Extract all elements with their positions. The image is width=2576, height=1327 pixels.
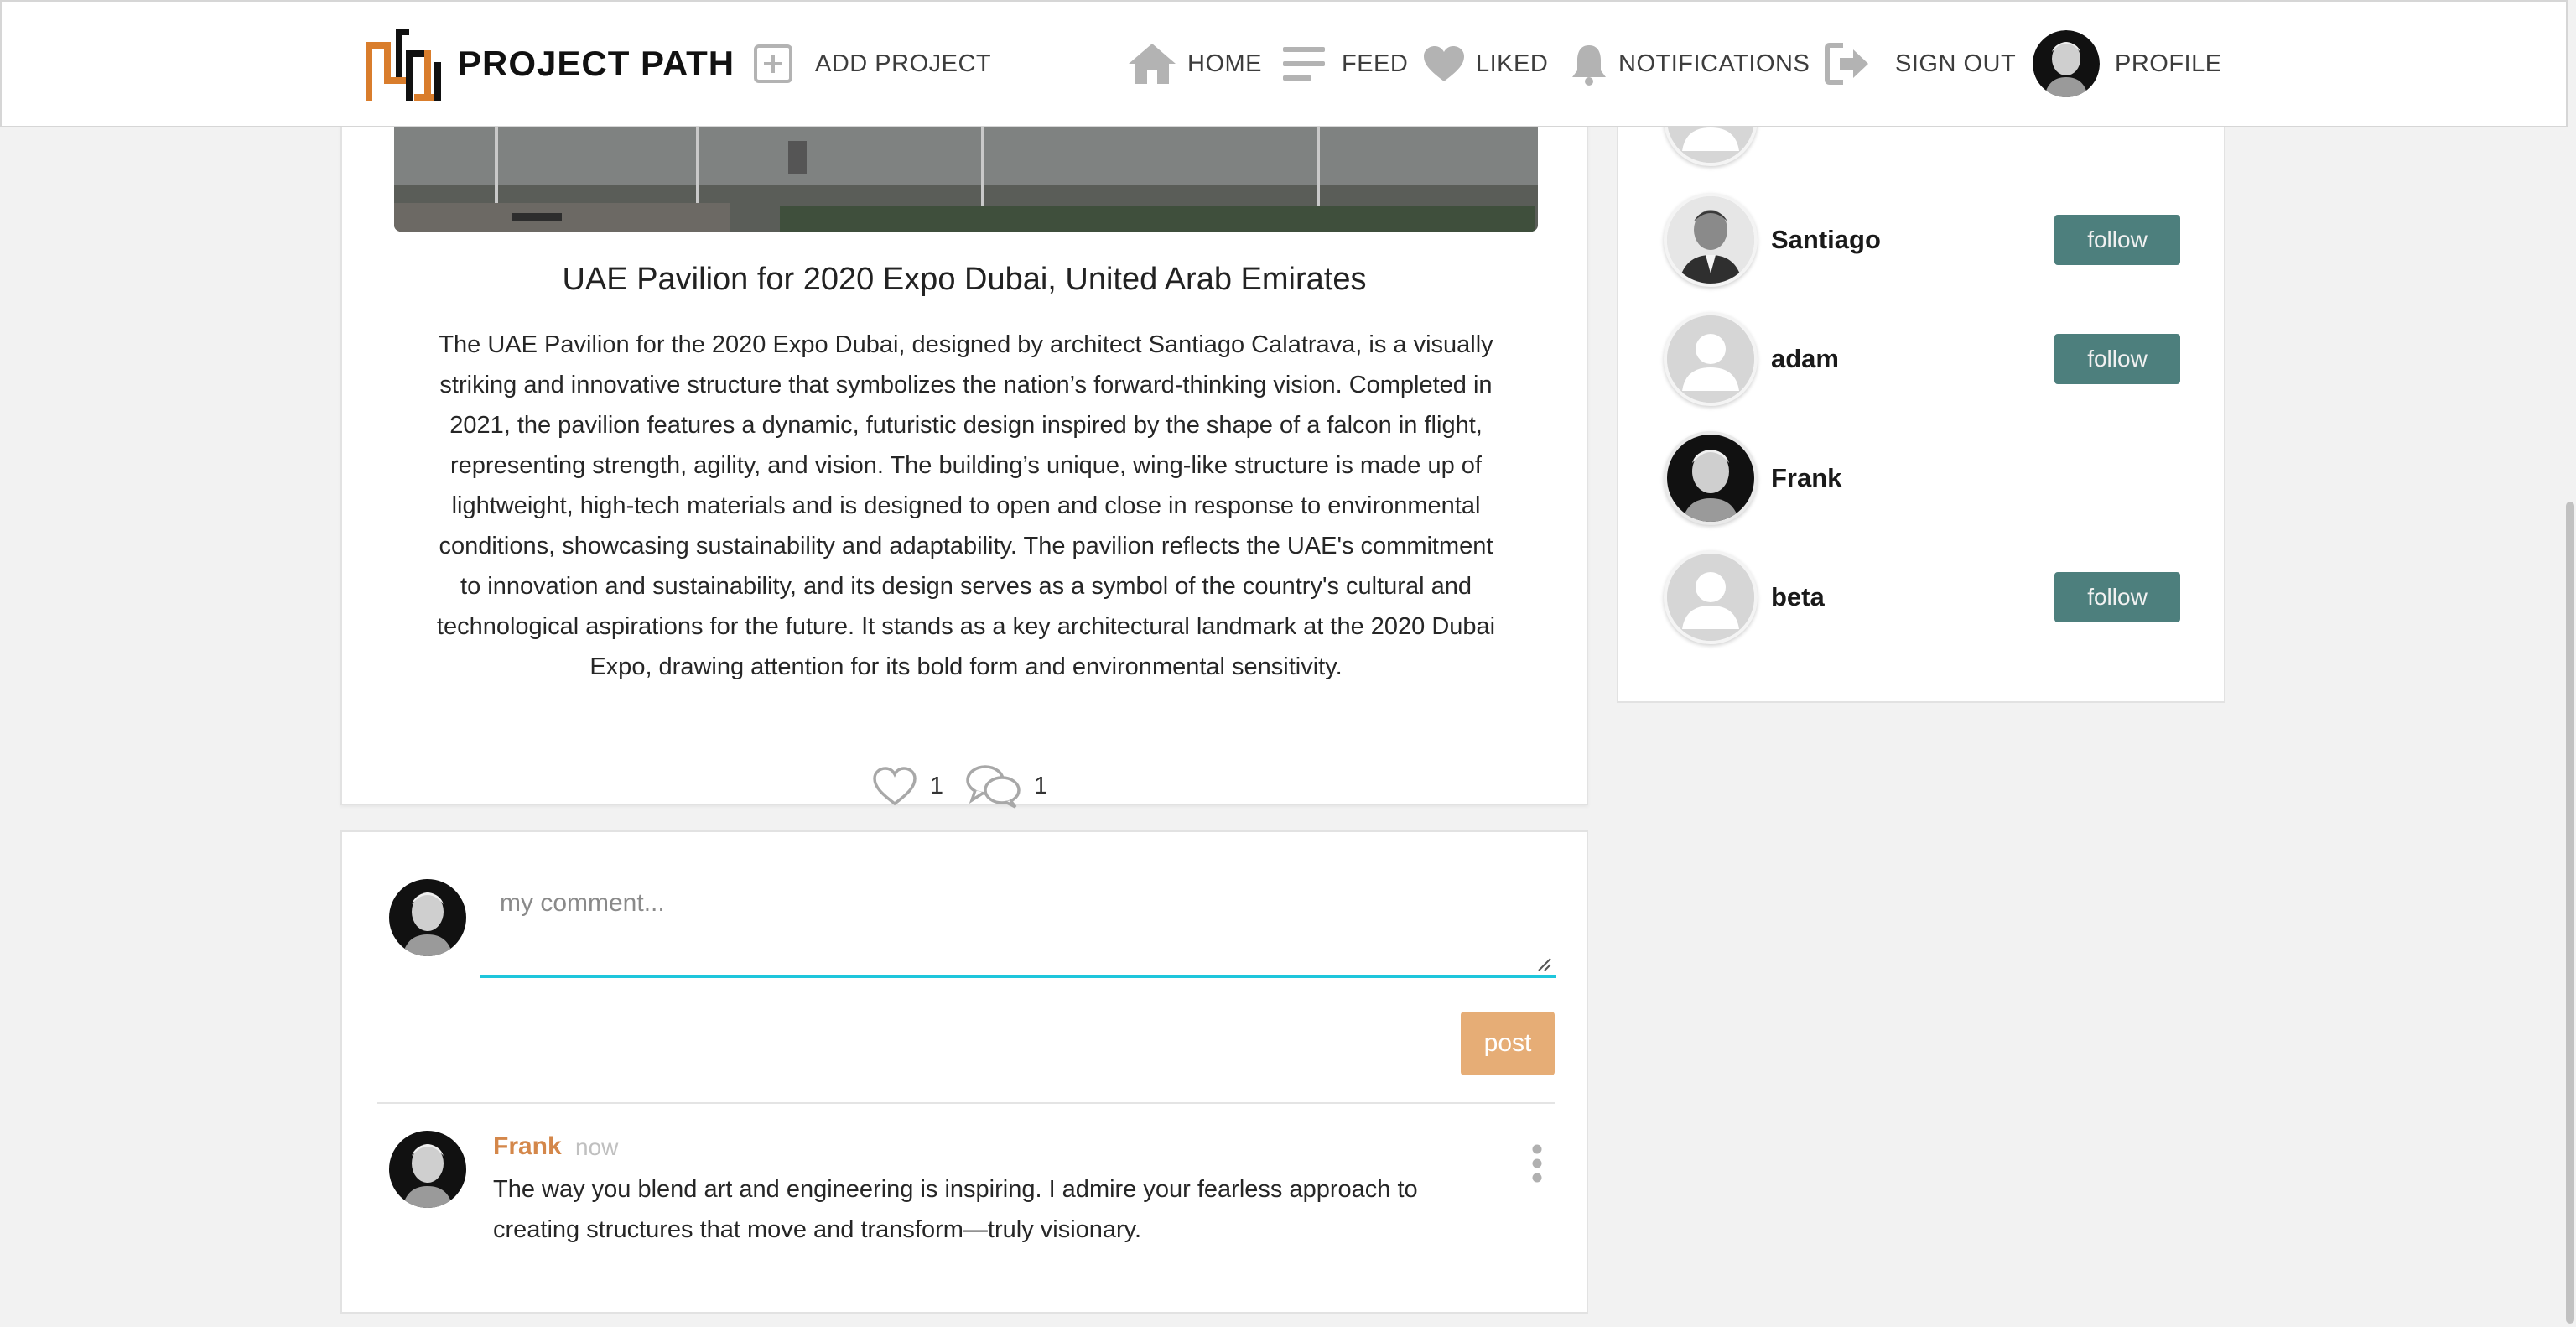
user-avatar-santiago[interactable] [1664,193,1758,287]
user-name[interactable]: Santiago [1771,193,1881,287]
like-count: 1 [929,772,943,799]
post-card: UAE Pavilion for 2020 Expo Dubai, United… [340,50,1588,809]
user-avatar-adam[interactable] [1664,312,1758,406]
user-row-santiago: Santiago follow [1664,193,2184,287]
suggested-users-panel: follow Santiago follow adam follow [1617,50,2225,703]
bell-icon [1572,45,1606,86]
nav-home[interactable]: HOME [1127,2,1262,126]
nav-home-label: HOME [1187,49,1262,77]
home-icon [1129,44,1176,84]
nav-profile-label: PROFILE [2115,49,2222,77]
user-name[interactable]: beta [1771,550,1825,644]
user-row-adam: adam follow [1664,312,2184,406]
user-avatar-frank[interactable] [1664,431,1758,525]
nav-notifications[interactable]: NOTIFICATIONS [1570,2,1810,126]
follow-button-santiago[interactable]: follow [2054,215,2180,265]
nav-liked-label: LIKED [1476,49,1549,77]
page-scrollbar-thumb[interactable] [2566,502,2574,1324]
menu-lines-icon [1283,47,1325,81]
vertical-dots-icon[interactable] [1531,1144,1543,1183]
brand-link[interactable]: PROJECT PATH [362,2,735,126]
nav-notifications-label: NOTIFICATIONS [1618,49,1810,77]
frank-photo [389,879,466,956]
nav-sign-out[interactable]: SIGN OUT [1825,2,2016,126]
profile-avatar [2033,30,2100,97]
plus-square-icon [754,44,792,83]
follow-button-beta[interactable]: follow [2054,572,2180,622]
nav-liked[interactable]: LIKED [1422,2,1548,126]
nav-profile[interactable]: PROFILE [2033,2,2222,126]
heart-outline-icon[interactable] [871,765,918,807]
post-stats: 1 1 [342,763,1587,809]
comments-divider [377,1102,1555,1104]
default-user-icon [1667,554,1754,641]
default-user-icon [1667,315,1754,403]
follow-button-adam[interactable]: follow [2054,334,2180,384]
comment-text: The way you blend art and engineering is… [493,1176,1418,1243]
resize-grip-icon[interactable] [1536,956,1551,971]
user-name[interactable]: adam [1771,312,1839,406]
comments-card: post Frank now The way you blend art and… [340,830,1588,1314]
speech-bubbles-icon[interactable] [965,763,1022,809]
santiago-photo [1667,196,1754,284]
pavilion-photo [394,126,1538,232]
post-title: UAE Pavilion for 2020 Expo Dubai, United… [562,262,1367,297]
comment-count: 1 [1034,772,1048,799]
project-path-logo-icon [366,29,441,101]
post-comment-button[interactable]: post [1461,1012,1555,1075]
user-row-beta: beta follow [1664,550,2184,644]
user-name[interactable]: Frank [1771,431,1841,525]
nav-sign-out-label: SIGN OUT [1895,49,2017,77]
top-navbar: PROJECT PATH ADD PROJECT HOME FEED LIKED [0,0,2568,127]
nav-feed[interactable]: FEED [1283,2,1408,126]
heart-icon [1424,46,1464,81]
nav-add-project-label: ADD PROJECT [815,49,992,77]
sign-out-icon [1825,43,1868,85]
nav-add-project[interactable]: ADD PROJECT [753,2,991,126]
user-row-frank: Frank [1664,431,2184,525]
frank-photo [389,1131,466,1208]
frank-photo [1667,435,1754,522]
user-avatar-beta[interactable] [1664,550,1758,644]
brand-name: PROJECT PATH [458,44,735,83]
comment-author-avatar[interactable] [389,1131,466,1208]
comment-author[interactable]: Frank [493,1132,562,1161]
post-image[interactable] [394,126,1538,232]
nav-feed-label: FEED [1342,49,1409,77]
post-description: The UAE Pavilion for the 2020 Expo Dubai… [436,331,1496,680]
comment-timestamp: now [575,1134,619,1160]
comment-input[interactable] [480,864,1556,978]
current-user-avatar [389,879,466,956]
